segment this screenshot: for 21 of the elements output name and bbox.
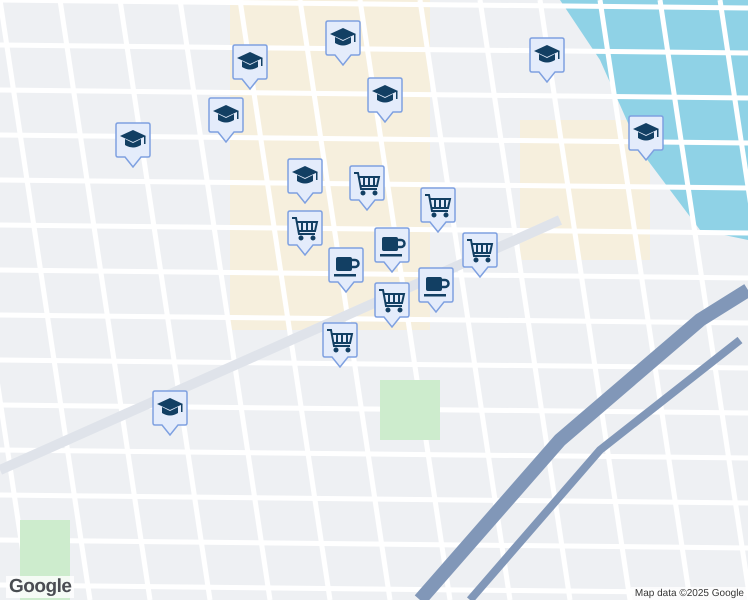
- school-marker[interactable]: [529, 37, 565, 83]
- school-marker[interactable]: [287, 158, 323, 204]
- school-marker[interactable]: [152, 390, 188, 436]
- shop-marker[interactable]: [322, 322, 358, 368]
- shop-marker[interactable]: [349, 165, 385, 211]
- map[interactable]: Google Map data ©2025 Google: [0, 0, 748, 600]
- shop-marker[interactable]: [287, 210, 323, 256]
- school-marker[interactable]: [208, 97, 244, 143]
- school-marker[interactable]: [367, 77, 403, 123]
- shop-marker[interactable]: [420, 187, 456, 233]
- cafe-marker[interactable]: [418, 267, 454, 313]
- school-marker[interactable]: [325, 20, 361, 66]
- shop-marker[interactable]: [374, 282, 410, 328]
- school-marker[interactable]: [628, 115, 664, 161]
- google-logo: Google: [6, 576, 74, 598]
- school-marker[interactable]: [115, 122, 151, 168]
- school-marker[interactable]: [232, 44, 268, 90]
- map-attribution: Map data ©2025 Google: [630, 587, 748, 600]
- cafe-marker[interactable]: [374, 227, 410, 273]
- shop-marker[interactable]: [462, 232, 498, 278]
- cafe-marker[interactable]: [328, 247, 364, 293]
